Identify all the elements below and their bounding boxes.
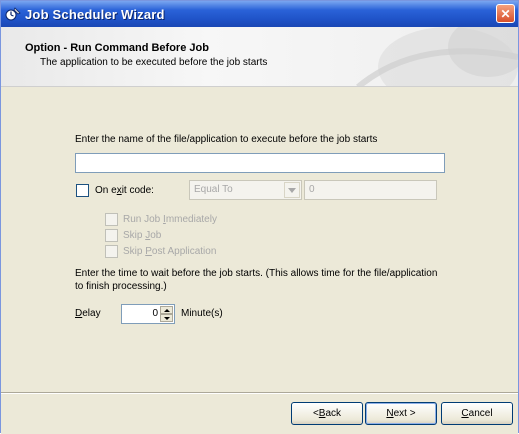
file-prompt-label: Enter the name of the file/application t… <box>75 134 378 145</box>
back-button[interactable]: < Back <box>291 402 363 425</box>
skip-job-label: Skip Job <box>123 230 162 241</box>
spin-down-button[interactable] <box>160 314 173 322</box>
exit-code-checkbox[interactable] <box>76 184 89 197</box>
header-decoration <box>356 27 518 86</box>
spin-buttons <box>160 306 173 322</box>
wait-prompt-line2: to finish processing.) <box>75 281 167 292</box>
comparison-select-value: Equal To <box>194 184 233 195</box>
exit-code-label: On exit code: <box>95 185 154 196</box>
wait-prompt-line1: Enter the time to wait before the job st… <box>75 268 438 279</box>
close-icon: ✕ <box>500 6 511 21</box>
spin-down-icon <box>163 316 170 320</box>
window-title: Job Scheduler Wizard <box>25 6 165 22</box>
exit-code-value: 0 <box>309 184 315 195</box>
run-job-immediately-checkbox[interactable] <box>105 213 118 226</box>
close-button[interactable]: ✕ <box>496 4 515 23</box>
delay-label: Delay <box>75 308 101 319</box>
skip-job-checkbox[interactable] <box>105 229 118 242</box>
file-path-input[interactable] <box>75 153 445 173</box>
skip-post-application-label: Skip Post Application <box>123 246 217 257</box>
spin-up-button[interactable] <box>160 306 173 314</box>
skip-post-application-checkbox[interactable] <box>105 245 118 258</box>
next-button[interactable]: Next > <box>365 402 437 425</box>
page-title: Option - Run Command Before Job <box>25 42 209 54</box>
wizard-header: Option - Run Command Before Job The appl… <box>1 27 518 87</box>
exit-code-value-input[interactable]: 0 <box>304 180 437 200</box>
page-subtitle: The application to be executed before th… <box>40 57 268 68</box>
spin-up-icon <box>163 308 170 312</box>
scheduler-app-icon <box>5 7 21 21</box>
cancel-button[interactable]: Cancel <box>441 402 513 425</box>
wizard-window: Job Scheduler Wizard ✕ Option - Run Comm… <box>0 0 519 434</box>
delay-value: 0 <box>152 308 158 319</box>
combo-dropdown-button[interactable] <box>284 182 300 198</box>
title-bar[interactable]: Job Scheduler Wizard ✕ <box>1 1 518 27</box>
comparison-select[interactable]: Equal To <box>189 180 302 200</box>
chevron-down-icon <box>288 187 296 193</box>
wizard-content: Enter the name of the file/application t… <box>1 87 518 392</box>
delay-unit-label: Minute(s) <box>181 308 223 319</box>
run-job-immediately-label: Run Job Immediately <box>123 214 217 225</box>
delay-spinner[interactable]: 0 <box>121 304 175 324</box>
wizard-footer: < Back Next > Cancel <box>1 394 518 434</box>
